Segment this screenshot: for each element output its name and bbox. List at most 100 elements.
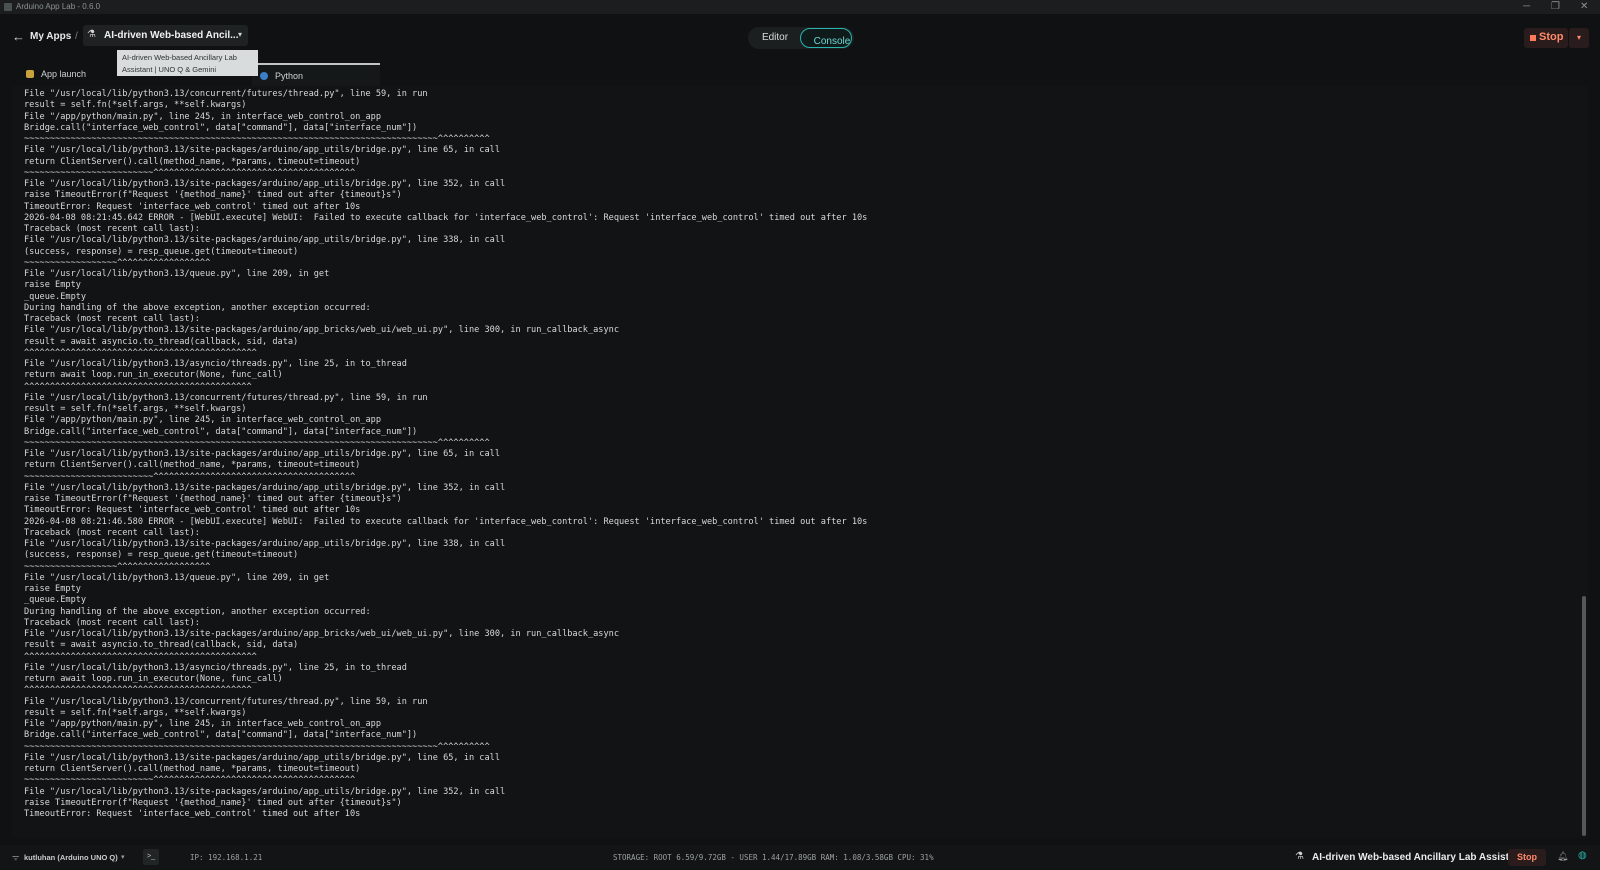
console-line: File "/usr/local/lib/python3.13/site-pac…: [24, 235, 506, 246]
console-line: File "/usr/local/lib/python3.13/concurre…: [24, 89, 428, 99]
stop-button[interactable]: Stop: [1524, 28, 1568, 48]
console-line: Bridge.call("interface_web_control", dat…: [24, 426, 418, 437]
console-line: File "/app/python/main.py", line 245, in…: [24, 719, 381, 729]
console-line: result = await asyncio.to_thread(callbac…: [24, 336, 299, 347]
console-line: During handling of the above exception, …: [24, 606, 371, 617]
chevron-down-icon[interactable]: ▾: [238, 30, 242, 39]
console-line: File "/usr/local/lib/python3.13/site-pac…: [24, 179, 506, 189]
console-line: result = self.fn(*self.args, **self.kwar…: [24, 404, 247, 414]
console-line: raise TimeoutError(f"Request '{method_na…: [24, 494, 402, 504]
console-line: result = await asyncio.to_thread(callbac…: [24, 640, 299, 651]
system-stats: STORAGE: ROOT 6.59/9.72GB - USER 1.44/17…: [613, 853, 934, 862]
tab-app-launch[interactable]: App launch: [18, 63, 116, 85]
stop-menu-chevron-icon[interactable]: ▾: [1569, 28, 1589, 48]
console-output[interactable]: File "/usr/local/lib/python3.13/concurre…: [12, 86, 1588, 838]
console-line: File "/usr/local/lib/python3.13/queue.py…: [24, 269, 330, 279]
python-icon: [260, 72, 268, 80]
console-line: File "/usr/local/lib/python3.13/site-pac…: [24, 449, 500, 459]
console-line: File "/usr/local/lib/python3.13/site-pac…: [24, 145, 500, 156]
app-name-tooltip: AI-driven Web-based Ancillary Lab Assist…: [117, 50, 258, 76]
console-line: TimeoutError: Request 'interface_web_con…: [24, 505, 361, 516]
console-line: Bridge.call("interface_web_control", dat…: [24, 122, 418, 133]
app-selector[interactable]: ⚗ AI-driven Web-based Ancil... ▾: [83, 25, 248, 46]
console-line: ~~~~~~~~~~~~~~~~~~~~~~~~~~~~~~~~~~~~~~~~…: [24, 741, 490, 752]
console-scrollbar[interactable]: [1582, 596, 1586, 836]
console-line: File "/usr/local/lib/python3.13/site-pac…: [24, 539, 506, 549]
console-line: During handling of the above exception, …: [24, 302, 371, 313]
console-line: return ClientServer().call(method_name, …: [24, 460, 361, 471]
console-line: (success, response) = resp_queue.get(tim…: [24, 246, 299, 257]
console-line: File "/usr/local/lib/python3.13/asyncio/…: [24, 662, 407, 673]
tab-python[interactable]: Python: [252, 63, 380, 87]
running-app-name: AI-driven Web-based Ancillary Lab Assist…: [1312, 852, 1518, 863]
flask-icon: ⚗: [87, 29, 96, 40]
console-line: raise TimeoutError(f"Request '{method_na…: [24, 190, 402, 201]
tab-label: App launch: [41, 69, 87, 79]
stop-button-label: Stop: [1539, 31, 1564, 43]
tooltip-line: AI-driven Web-based Ancillary Lab: [122, 53, 237, 62]
launch-icon: [26, 70, 34, 78]
console-line: ~~~~~~~~~~~~~~~~~~~~~~~~~~~~~~~~~~~~~~~~…: [24, 134, 490, 144]
console-line: raise TimeoutError(f"Request '{method_na…: [24, 797, 402, 808]
console-line: File "/app/python/main.py", line 245, in…: [24, 415, 381, 426]
breadcrumb-separator: /: [75, 31, 78, 42]
console-line: _queue.Empty: [24, 595, 87, 606]
console-tab-button[interactable]: Console: [800, 28, 852, 48]
console-line: File "/usr/local/lib/python3.13/site-pac…: [24, 629, 619, 639]
console-line: ~~~~~~~~~~~~~~~~~~~~~~~~~~~~~~~~~~~~~~~~…: [24, 437, 490, 448]
console-line: raise Empty: [24, 584, 81, 594]
flask-icon: ⚗: [1295, 851, 1304, 862]
window-title: Arduino App Lab - 0.6.0: [16, 2, 101, 11]
app-logo-icon: [4, 3, 12, 11]
console-line: ^^^^^^^^^^^^^^^^^^^^^^^^^^^^^^^^^^^^^^^^…: [24, 651, 257, 662]
editor-tab-button[interactable]: Editor: [750, 28, 800, 48]
console-line: File "/usr/local/lib/python3.13/queue.py…: [24, 572, 330, 583]
console-line: _queue.Empty: [24, 291, 87, 302]
console-line: ~~~~~~~~~~~~~~~~~~^^^^^^^^^^^^^^^^^^: [24, 561, 211, 572]
tooltip-line: Assistant | UNO Q & Gemini: [122, 65, 217, 74]
tab-label: Python: [275, 71, 304, 81]
console-line: TimeoutError: Request 'interface_web_con…: [24, 201, 361, 212]
my-apps-link[interactable]: My Apps: [30, 31, 71, 42]
console-line: result = self.fn(*self.args, **self.kwar…: [24, 100, 247, 111]
console-line: Bridge.call("interface_web_control", dat…: [24, 730, 418, 741]
maximize-icon[interactable]: ❐: [1551, 1, 1560, 12]
console-line: File "/app/python/main.py", line 245, in…: [24, 111, 381, 122]
globe-icon[interactable]: ◍: [1578, 850, 1587, 861]
close-icon[interactable]: ✕: [1580, 1, 1588, 12]
window-titlebar: Arduino App Lab - 0.6.0 ─ ❐ ✕: [0, 0, 1600, 14]
ip-address: IP: 192.168.1.21: [190, 853, 263, 862]
console-line: File "/usr/local/lib/python3.13/asyncio/…: [24, 359, 407, 369]
chevron-down-icon[interactable]: ▾: [121, 853, 125, 861]
console-line: Traceback (most recent call last):: [24, 314, 200, 324]
console-line: ^^^^^^^^^^^^^^^^^^^^^^^^^^^^^^^^^^^^^^^^…: [24, 381, 252, 392]
bell-icon[interactable]: 🔔︎: [1557, 851, 1568, 862]
back-arrow-icon[interactable]: ←: [12, 29, 25, 44]
console-line: File "/usr/local/lib/python3.13/concurre…: [24, 392, 428, 403]
console-line: ~~~~~~~~~~~~~~~~~~^^^^^^^^^^^^^^^^^^: [24, 257, 211, 268]
view-toggle: Editor Console: [748, 27, 854, 49]
minimize-icon[interactable]: ─: [1523, 1, 1530, 12]
console-line: return ClientServer().call(method_name, …: [24, 764, 361, 774]
console-line: raise Empty: [24, 280, 81, 291]
console-line: 2026-04-08 08:21:46.580 ERROR - [WebUI.e…: [24, 516, 868, 527]
stop-square-icon: [1530, 35, 1536, 41]
console-line: Traceback (most recent call last):: [24, 527, 200, 538]
device-selector[interactable]: kutluhan (Arduino UNO Q): [24, 853, 118, 862]
console-line: return await loop.run_in_executor(None, …: [24, 370, 283, 381]
console-line: ~~~~~~~~~~~~~~~~~~~~~~~~~^^^^^^^^^^^^^^^…: [24, 775, 356, 786]
console-line: ~~~~~~~~~~~~~~~~~~~~~~~~~^^^^^^^^^^^^^^^…: [24, 167, 356, 178]
console-line: File "/usr/local/lib/python3.13/site-pac…: [24, 482, 506, 493]
wifi-icon: ᯤ: [12, 853, 20, 862]
terminal-icon[interactable]: >_: [143, 849, 159, 865]
console-line: Traceback (most recent call last):: [24, 617, 200, 628]
console-line: Traceback (most recent call last):: [24, 224, 200, 234]
app-name: AI-driven Web-based Ancil...: [104, 30, 239, 41]
statusbar-stop-button[interactable]: Stop: [1508, 849, 1546, 866]
console-line: return await loop.run_in_executor(None, …: [24, 674, 283, 684]
console-line: ~~~~~~~~~~~~~~~~~~~~~~~~~^^^^^^^^^^^^^^^…: [24, 471, 356, 482]
console-line: File "/usr/local/lib/python3.13/concurre…: [24, 696, 428, 707]
console-line: TimeoutError: Request 'interface_web_con…: [24, 809, 361, 819]
console-line: File "/usr/local/lib/python3.13/site-pac…: [24, 786, 506, 797]
console-line: (success, response) = resp_queue.get(tim…: [24, 550, 299, 561]
